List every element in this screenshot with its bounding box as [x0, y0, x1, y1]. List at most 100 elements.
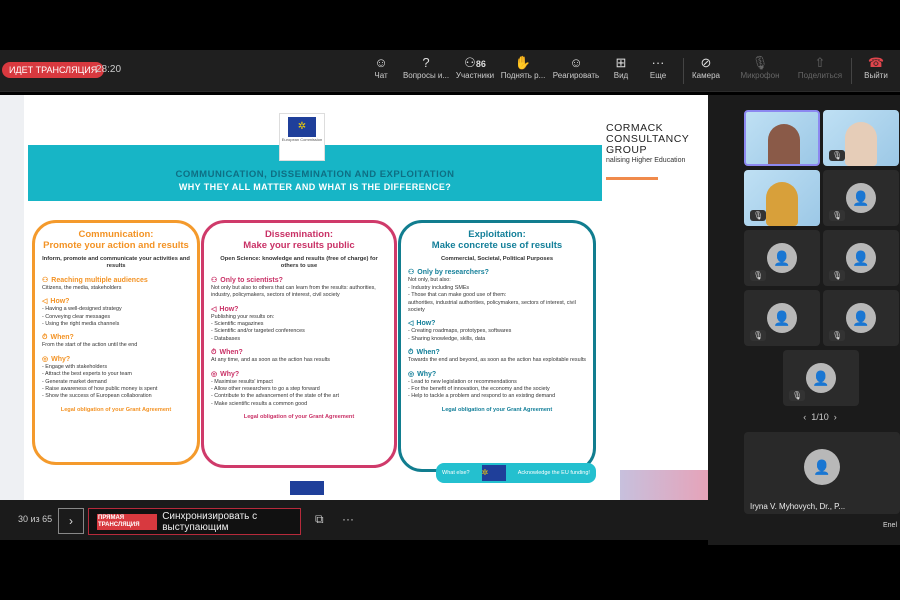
section-text: Publishing your results on: - Scientific…: [211, 313, 305, 342]
section-heading: ◎ Why?: [211, 370, 387, 379]
card-title-2: Make your results public: [243, 240, 355, 251]
hand-icon: ✋: [514, 55, 532, 70]
section-heading-text: When?: [219, 349, 243, 357]
popout-icon[interactable]: ⧉: [315, 512, 324, 527]
eu-flag-icon: ✲: [481, 465, 506, 481]
card-title-2: Make concrete use of results: [431, 240, 563, 251]
logo-tagline: nalising Higher Education: [606, 157, 686, 164]
pager-label: 1/10: [811, 412, 829, 422]
participant-tile[interactable]: 👤 🎙: [823, 290, 899, 346]
section-heading: ⚇ Only by researchers?: [408, 268, 586, 277]
chat-label: Чат: [374, 71, 388, 80]
section-icon: ⚇: [211, 276, 218, 284]
qa-label: Вопросы и...: [402, 71, 450, 80]
dissemination-card: Dissemination: Make your results public Op…: [201, 220, 397, 468]
shared-content-stage: COMMUNICATION, DISSEMINATION AND EXPLOIT…: [0, 95, 708, 500]
mic-off-icon: 🎙: [750, 210, 767, 221]
section-heading-text: Why?: [220, 370, 240, 378]
next-page-icon[interactable]: ›: [834, 412, 837, 422]
participant-tile[interactable]: 👤 🎙: [823, 230, 899, 286]
raise-hand-button[interactable]: ✋ Поднять р...: [495, 55, 551, 80]
european-commission-logo: ✲ European Commission: [279, 113, 325, 161]
eu-flag-icon: ✲: [288, 117, 316, 137]
qa-button[interactable]: ? Вопросы и...: [398, 55, 454, 80]
section-heading-text: How?: [50, 298, 70, 306]
share-button[interactable]: ⇧ Поделиться: [792, 55, 848, 80]
section-heading: ⏱ When?: [408, 348, 586, 357]
participant-tile[interactable]: 👤 🎙: [823, 170, 899, 226]
slide-title: COMMUNICATION, DISSEMINATION AND EXPLOIT…: [175, 169, 455, 180]
section-icon: ⚇: [408, 269, 415, 277]
section-heading: ⚇ Reaching multiple audiences: [42, 276, 190, 285]
participant-tile[interactable]: 👤 🎙: [744, 290, 820, 346]
participant-tile[interactable]: 👤 🎙: [744, 230, 820, 286]
next-slide-button[interactable]: ›: [58, 508, 84, 534]
speaker-tile[interactable]: 👤 Iryna V. Myhovych, Dr., P...: [744, 432, 900, 514]
video-tile[interactable]: [744, 110, 820, 166]
decorative-line: [606, 177, 658, 180]
logo-line: GROUP: [606, 144, 648, 156]
mic-off-icon: 🎙: [789, 390, 806, 401]
participants-pager: ‹ 1/10 ›: [770, 412, 870, 422]
eu-funding-note: What else? ✲ Acknowledge the EU funding!: [436, 463, 596, 483]
legal-note: Legal obligation of your Grant Agreement: [243, 414, 355, 421]
card-subtitle: Commercial, Societal, Political Purposes: [440, 256, 554, 262]
participants-count: 86: [475, 59, 486, 69]
presentation-controls: 30 из 65 › ПРЯМАЯ ТРАНСЛЯЦИЯ Синхронизиро…: [0, 500, 740, 540]
what-else-label: What else?: [442, 470, 470, 476]
video-tile[interactable]: 🎙: [823, 110, 899, 166]
avatar-icon: 👤: [804, 449, 840, 485]
participant-tile[interactable]: 👤 🎙: [783, 350, 859, 406]
video-tile[interactable]: 🎙: [744, 170, 820, 226]
section-heading-text: Reaching multiple audiences: [51, 276, 148, 284]
section-icon: ⚇: [42, 276, 49, 284]
camera-label: Камера: [692, 71, 720, 80]
card-title: Communication:: [78, 229, 154, 240]
raise-hand-label: Поднять р...: [500, 71, 546, 80]
section-heading-text: Why?: [417, 370, 437, 378]
page-indicator: 30 из 65: [18, 514, 53, 524]
mic-off-icon: 🎙: [750, 270, 767, 281]
section-heading-text: How?: [416, 320, 436, 328]
section-text: - Lead to new legislation or recommendat…: [408, 378, 556, 400]
section-text: Not only, but also: - Industry including…: [408, 277, 576, 314]
mic-off-icon: 🎙: [829, 270, 846, 281]
ec-label: European Commission: [281, 137, 323, 142]
section-heading: ⏱ When?: [211, 348, 387, 357]
section-text: - Creating roadmaps, prototypes, softwar…: [408, 328, 512, 342]
decorative-band: [620, 470, 708, 500]
view-label: Вид: [613, 71, 629, 80]
section-icon: ◁: [211, 305, 217, 313]
slide-subtitle: WHY THEY ALL MATTER AND WHAT IS THE DIFF…: [178, 182, 452, 192]
section-heading-text: How?: [219, 305, 239, 313]
participant-video: [845, 122, 877, 166]
more-label: Еще: [649, 71, 667, 80]
more-icon[interactable]: ···: [342, 512, 354, 526]
section-heading-text: When?: [416, 349, 440, 357]
meeting-toolbar: ИДЕТ ТРАНСЛЯЦИЯ 28:20 ☺ Чат ? Вопросы и...…: [0, 50, 900, 92]
section-heading-text: When?: [50, 334, 74, 342]
avatar-icon: 👤: [767, 243, 797, 273]
speaker-name: Iryna V. Myhovych, Dr., P...: [750, 502, 846, 511]
participants-label: Участники: [455, 71, 495, 80]
card-subtitle: Inform, promote and communicate your act…: [42, 256, 190, 270]
leave-button[interactable]: ☎ Выйти: [848, 55, 900, 80]
sync-with-presenter-button[interactable]: ПРЯМАЯ ТРАНСЛЯЦИЯ Синхронизировать с выст…: [88, 508, 301, 535]
mic-off-icon: 🎙: [829, 150, 846, 161]
live-badge: ИДЕТ ТРАНСЛЯЦИЯ: [2, 62, 105, 78]
card-title: Exploitation:: [468, 229, 526, 240]
camera-button[interactable]: ⊘ Камера: [678, 55, 734, 80]
mic-off-icon: 🎙: [751, 55, 769, 70]
section-text: - Having a well-designed strategy - Conv…: [42, 306, 122, 328]
prev-page-icon[interactable]: ‹: [803, 412, 806, 422]
section-heading: ◁ How?: [42, 297, 190, 306]
share-icon: ⇧: [814, 55, 826, 70]
participant-name: Enel: [883, 522, 898, 529]
section-icon: ◁: [42, 298, 48, 306]
camera-off-icon: ⊘: [700, 55, 712, 70]
section-text: Not only but also to others that can lea…: [211, 284, 376, 299]
microphone-button[interactable]: 🎙 Микрофон: [732, 55, 788, 80]
section-text: - Maximise results' impact - Allow other…: [211, 378, 339, 407]
cormack-logo: CORMACK CONSULTANCY GROUP: [606, 123, 689, 156]
participant-video: [768, 124, 800, 164]
